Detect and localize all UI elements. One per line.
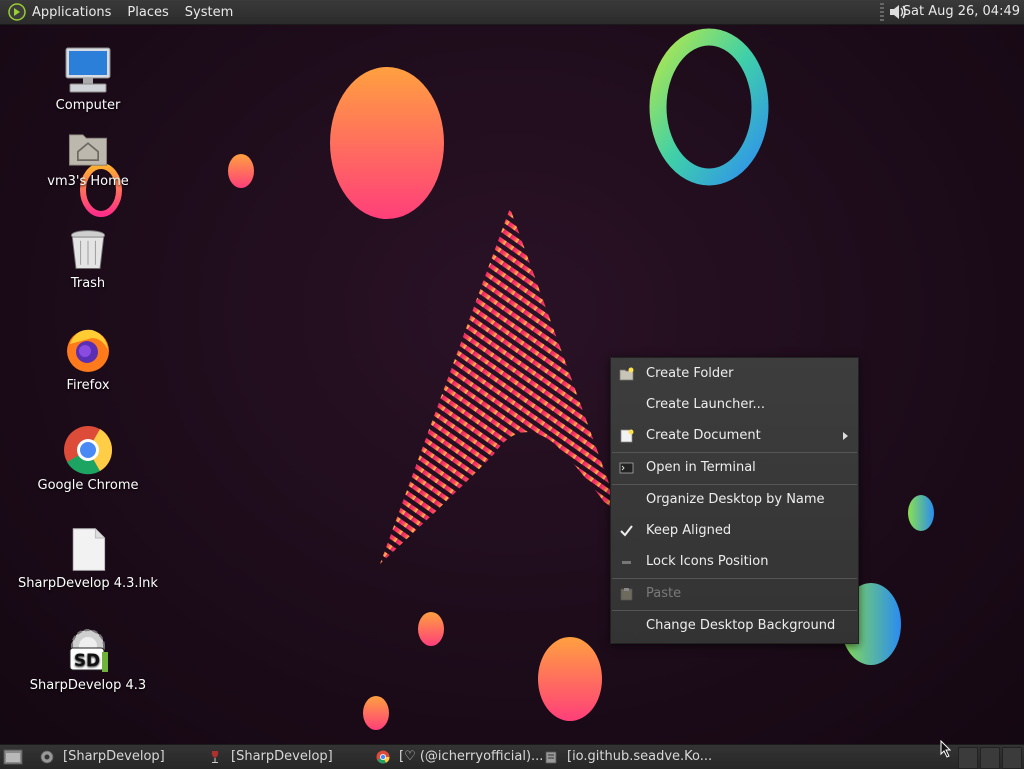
- menu-item-create-document[interactable]: Create Document: [611, 422, 858, 450]
- clock[interactable]: Sat Aug 26, 04:49: [903, 4, 1020, 19]
- top-panel: Applications Places System Sat Aug 26, 0…: [0, 0, 1024, 25]
- desktop-icon-firefox[interactable]: Firefox: [18, 324, 158, 393]
- chrome-icon: [64, 426, 113, 475]
- menu-separator: [612, 578, 857, 579]
- taskbar-item-label: [io.github.seadve.Ko...: [567, 749, 713, 764]
- desktop[interactable]: Computer vm3's Home Trash Firefox Google…: [0, 24, 1024, 744]
- mouse-cursor-icon: [940, 740, 952, 758]
- file-icon: [72, 528, 106, 571]
- sharpdevelop-icon: [40, 750, 54, 764]
- paste-icon: [620, 588, 633, 601]
- menu-separator: [612, 610, 857, 611]
- places-menu[interactable]: Places: [127, 5, 168, 20]
- checkmark-icon: [620, 525, 633, 537]
- desktop-icon-sharpdevelop[interactable]: SD SharpDevelop 4.3: [18, 624, 158, 693]
- taskbar-item[interactable]: [io.github.seadve.Ko...: [544, 745, 712, 769]
- bottom-panel: [SharpDevelop] [SharpDevelop] [♡ (@icher…: [0, 744, 1024, 769]
- taskbar-item[interactable]: [♡ (@icherryofficial)...: [376, 745, 543, 769]
- desktop-icon-label: Google Chrome: [37, 478, 139, 493]
- desktop-icon-trash[interactable]: Trash: [18, 226, 158, 291]
- menu-item-change-background[interactable]: Change Desktop Background: [611, 612, 858, 640]
- desktop-icon-home[interactable]: vm3's Home: [18, 128, 158, 189]
- desktop-icon-label: Firefox: [66, 378, 110, 393]
- workspace-1[interactable]: [958, 747, 978, 769]
- wine-icon: [211, 751, 219, 763]
- show-desktop-icon[interactable]: [3, 749, 23, 765]
- submenu-arrow-icon: [843, 432, 848, 440]
- workspace-3[interactable]: [1002, 747, 1022, 769]
- svg-text:SD: SD: [74, 651, 100, 671]
- firefox-icon: [67, 329, 109, 372]
- applications-menu[interactable]: Applications: [32, 5, 111, 20]
- chrome-icon: [376, 750, 390, 764]
- app-icon: [545, 751, 557, 764]
- trash-icon: [70, 230, 106, 269]
- desktop-icon-chrome[interactable]: Google Chrome: [18, 424, 158, 493]
- taskbar-item-label: [SharpDevelop]: [231, 749, 333, 764]
- system-menu[interactable]: System: [185, 5, 233, 20]
- desktop-icon-label: SharpDevelop 4.3.lnk: [18, 576, 158, 591]
- taskbar-item-label: [SharpDevelop]: [63, 749, 165, 764]
- menu-item-paste: Paste: [611, 580, 858, 608]
- menu-item-keep-aligned[interactable]: Keep Aligned: [611, 517, 858, 545]
- new-folder-icon: [619, 367, 634, 381]
- desktop-icon-label: Computer: [55, 98, 121, 113]
- desktop-icon-computer[interactable]: Computer: [18, 44, 158, 113]
- home-folder-icon: [68, 134, 108, 166]
- taskbar-item[interactable]: [SharpDevelop]: [40, 745, 200, 769]
- computer-icon: [65, 47, 111, 93]
- new-document-icon: [620, 429, 634, 443]
- desktop-icon-sharpdevelop-lnk[interactable]: SharpDevelop 4.3.lnk: [18, 526, 158, 591]
- panel-grip: [880, 3, 884, 21]
- terminal-icon: [619, 462, 634, 474]
- menu-item-lock-icons[interactable]: Lock Icons Position: [611, 548, 858, 576]
- unchecked-icon: [622, 561, 631, 564]
- desktop-context-menu: Create Folder Create Launcher... Create …: [610, 357, 859, 644]
- menu-separator: [612, 484, 857, 485]
- desktop-icon-label: Trash: [70, 276, 106, 291]
- taskbar-item-label: [♡ (@icherryofficial)...: [399, 749, 544, 764]
- desktop-icon-label: vm3's Home: [47, 174, 129, 189]
- menu-item-open-terminal[interactable]: Open in Terminal: [611, 454, 858, 482]
- menu-item-organize-desktop[interactable]: Organize Desktop by Name: [611, 486, 858, 514]
- desktop-icon-label: SharpDevelop 4.3: [29, 678, 147, 693]
- menu-separator: [612, 452, 857, 453]
- taskbar-item[interactable]: [SharpDevelop]: [208, 745, 368, 769]
- menu-item-create-folder[interactable]: Create Folder: [611, 360, 858, 388]
- sharpdevelop-icon: SD: [69, 629, 108, 672]
- workspace-2[interactable]: [980, 747, 1000, 769]
- distro-logo-icon[interactable]: [8, 3, 26, 21]
- menu-item-create-launcher[interactable]: Create Launcher...: [611, 391, 858, 419]
